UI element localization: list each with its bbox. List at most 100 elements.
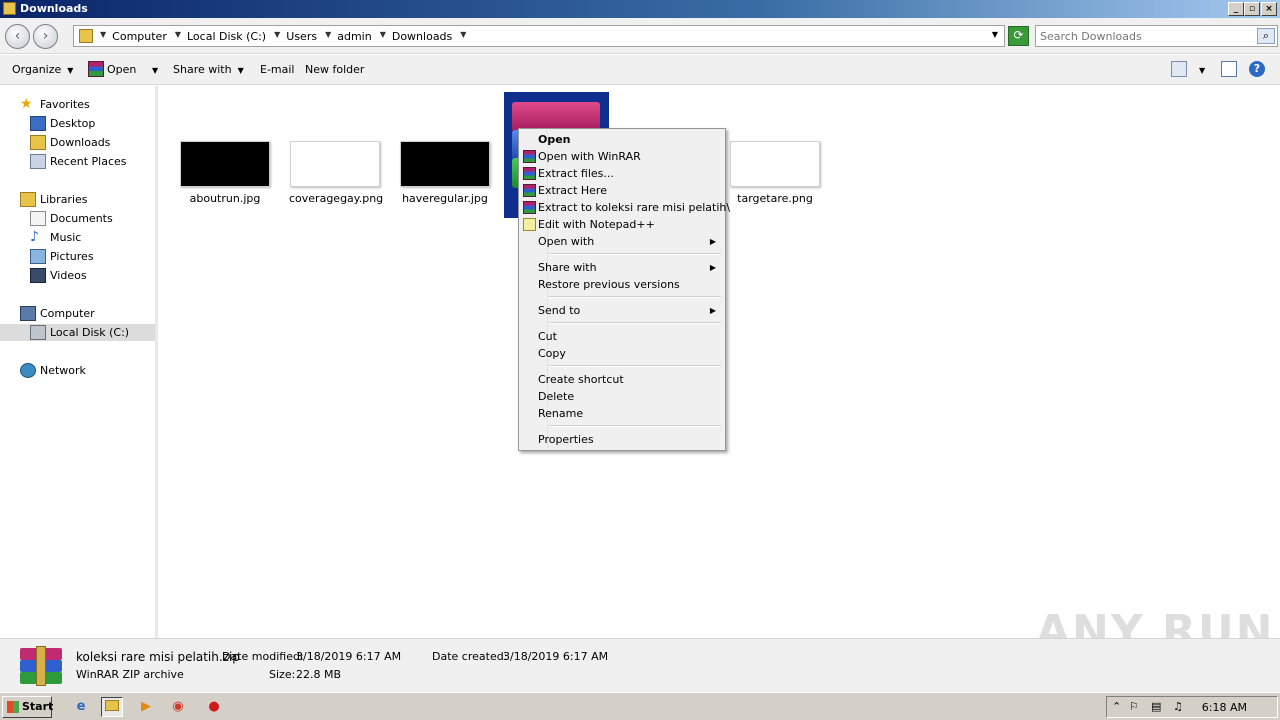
breadcrumb-computer[interactable]: Computer — [112, 30, 167, 43]
menu-item-send-to[interactable]: Send to ▶ — [522, 302, 722, 319]
address-bar[interactable]: ▼ Computer ▼ Local Disk (C:) ▼ Users ▼ a… — [73, 25, 1005, 47]
winrar-icon — [523, 184, 536, 197]
menu-item-open-with-winrar[interactable]: Open with WinRAR — [522, 148, 722, 165]
file-item[interactable]: haveregular.jpg — [399, 141, 491, 205]
nav-label: Computer — [40, 307, 95, 320]
explorer-taskbar-icon[interactable] — [101, 697, 123, 717]
media-player-icon[interactable]: ▶ — [135, 697, 157, 717]
videos-icon — [30, 268, 46, 283]
search-input[interactable] — [1040, 28, 1250, 44]
back-button[interactable]: ‹ — [5, 24, 30, 49]
menu-item-delete[interactable]: Delete — [522, 388, 722, 405]
pictures-icon — [30, 249, 46, 264]
menu-item-extract-to[interactable]: Extract to koleksi rare misi pelatih\ — [522, 199, 730, 216]
open-dropdown[interactable]: ▼ — [146, 63, 158, 76]
share-with-button[interactable]: Share with ▼ — [173, 63, 244, 76]
detail-filetype: WinRAR ZIP archive — [76, 668, 184, 681]
menu-label: Cut — [538, 330, 557, 343]
volume-icon[interactable]: ♫ — [1173, 700, 1183, 713]
menu-label: Create shortcut — [538, 373, 624, 386]
taskbar: Start e ▶ ◉ ● ⌃ ⚐ ▤ ♫ 6:18 AM — [0, 692, 1280, 720]
folder-icon — [79, 29, 93, 43]
detail-modified-value: 3/18/2019 6:17 AM — [296, 650, 402, 663]
chevron-right-icon: ▶ — [709, 263, 716, 272]
file-item[interactable]: aboutrun.jpg — [179, 141, 271, 205]
file-name: targetare.png — [737, 192, 813, 205]
menu-item-share-with[interactable]: Share with ▶ — [522, 259, 722, 276]
menu-item-open[interactable]: Open — [522, 131, 722, 148]
nav-label: Videos — [50, 269, 87, 282]
restore-button[interactable]: ▫ — [1244, 2, 1260, 16]
breadcrumb-downloads[interactable]: Downloads — [392, 30, 452, 43]
preview-pane-icon[interactable] — [1221, 61, 1237, 77]
network-status-icon[interactable]: ▤ — [1151, 700, 1161, 713]
command-bar: Organize ▼ Open ▼ Share with ▼ E-mail New … — [0, 55, 1280, 85]
change-view-icon[interactable] — [1171, 61, 1187, 77]
search-box[interactable]: ⌕ — [1035, 25, 1278, 47]
notepad-icon — [523, 218, 536, 231]
menu-separator — [549, 425, 721, 427]
action-center-flag-icon[interactable]: ⚐ — [1129, 700, 1139, 713]
chevron-down-icon[interactable]: ▼ — [100, 30, 106, 43]
chevron-right-icon: ▶ — [709, 237, 716, 246]
menu-item-create-shortcut[interactable]: Create shortcut — [522, 371, 722, 388]
menu-item-copy[interactable]: Copy — [522, 345, 722, 362]
organize-button[interactable]: Organize ▼ — [12, 63, 73, 76]
chevron-down-icon[interactable]: ▼ — [380, 30, 386, 43]
chevron-down-icon[interactable]: ▼ — [274, 30, 280, 43]
file-item[interactable]: targetare.png — [729, 141, 821, 205]
address-history-dropdown[interactable]: ▼ — [992, 30, 998, 39]
open-label: Open — [107, 63, 137, 76]
menu-item-open-with[interactable]: Open with ▶ — [522, 233, 722, 250]
detail-filename: koleksi rare misi pelatih.zip — [76, 650, 240, 664]
winrar-icon — [523, 167, 536, 180]
menu-label: Extract Here — [538, 184, 607, 197]
menu-label: Properties — [538, 433, 594, 446]
menu-item-edit-notepad[interactable]: Edit with Notepad++ — [522, 216, 722, 233]
menu-item-cut[interactable]: Cut — [522, 328, 722, 345]
chrome-icon[interactable]: ◉ — [167, 697, 189, 717]
breadcrumb-local-disk[interactable]: Local Disk (C:) — [187, 30, 266, 43]
chevron-down-icon[interactable]: ▼ — [460, 30, 466, 43]
minimize-button[interactable]: _ — [1228, 2, 1244, 16]
open-button[interactable]: Open — [107, 63, 136, 76]
show-hidden-icons-icon[interactable]: ⌃ — [1112, 700, 1121, 713]
address-bar-row: ‹ › ▼ Computer ▼ Local Disk (C:) ▼ Users… — [0, 18, 1280, 54]
search-icon[interactable]: ⌕ — [1257, 28, 1275, 44]
clock[interactable]: 6:18 AM — [1202, 701, 1247, 714]
close-button[interactable]: × — [1261, 2, 1277, 16]
breadcrumb-admin[interactable]: admin — [337, 30, 371, 43]
breadcrumb: ▼ Computer ▼ Local Disk (C:) ▼ Users ▼ a… — [98, 30, 466, 43]
winrar-archive-icon — [18, 646, 64, 686]
menu-item-extract-files[interactable]: Extract files... — [522, 165, 722, 182]
internet-explorer-icon[interactable]: e — [70, 697, 92, 717]
image-thumbnail — [290, 141, 380, 187]
menu-item-restore[interactable]: Restore previous versions — [522, 276, 722, 293]
menu-item-extract-here[interactable]: Extract Here — [522, 182, 722, 199]
help-icon[interactable]: ? — [1249, 61, 1265, 77]
detail-modified-label: Date modified: — [222, 650, 304, 663]
view-options-dropdown[interactable]: ▼ — [1193, 63, 1205, 76]
menu-item-rename[interactable]: Rename — [522, 405, 722, 422]
nav-label: Libraries — [40, 193, 88, 206]
breadcrumb-users[interactable]: Users — [286, 30, 317, 43]
file-item[interactable]: coveragegay.png — [289, 141, 383, 205]
refresh-button[interactable]: ⟳ — [1008, 26, 1029, 46]
menu-label: Extract to koleksi rare misi pelatih\ — [538, 201, 731, 214]
desktop-icon — [30, 116, 46, 131]
menu-label: Share with — [538, 261, 597, 274]
start-button[interactable]: Start — [2, 696, 54, 718]
chevron-down-icon[interactable]: ▼ — [175, 30, 181, 43]
email-button[interactable]: E-mail — [260, 63, 295, 76]
start-label: Start — [22, 700, 54, 713]
stop-icon[interactable]: ● — [203, 697, 225, 717]
new-folder-button[interactable]: New folder — [305, 63, 364, 76]
chevron-down-icon[interactable]: ▼ — [325, 30, 331, 43]
nav-local-disk[interactable]: Local Disk (C:) — [0, 324, 155, 341]
forward-button[interactable]: › — [33, 24, 58, 49]
menu-separator — [549, 322, 721, 324]
menu-item-properties[interactable]: Properties — [522, 431, 722, 448]
network-icon — [20, 363, 36, 378]
documents-icon — [30, 211, 46, 226]
chevron-down-icon: ▼ — [67, 66, 74, 75]
